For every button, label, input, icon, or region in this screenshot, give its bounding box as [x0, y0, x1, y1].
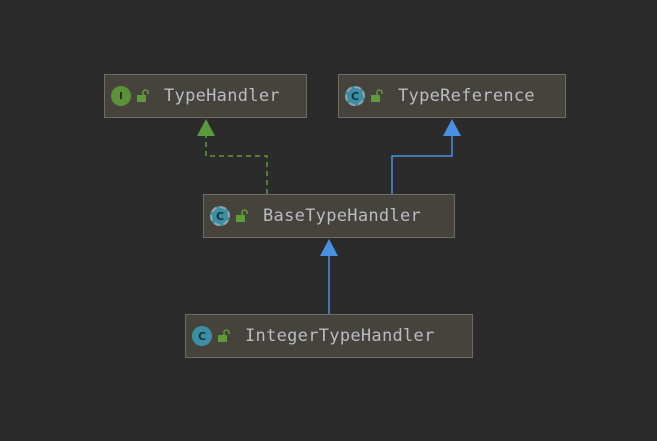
- node-basetypehandler[interactable]: C BaseTypeHandler: [203, 194, 455, 238]
- arrowhead-extends-typereference: [443, 119, 461, 136]
- abstract-class-icon: C: [210, 206, 230, 226]
- uml-diagram-canvas: I TypeHandler C TypeReference C BaseType…: [0, 0, 657, 441]
- node-integertypehandler[interactable]: C IntegerTypeHandler: [185, 314, 473, 358]
- node-label: TypeHandler: [164, 86, 280, 106]
- node-label: TypeReference: [398, 86, 535, 106]
- arrowhead-implements-typehandler: [197, 119, 215, 136]
- public-lock-icon: [236, 209, 248, 222]
- public-lock-icon: [218, 329, 230, 342]
- edge-extends-typereference: [391, 136, 453, 194]
- arrowhead-extends-basetypehandler: [320, 239, 338, 256]
- node-label: IntegerTypeHandler: [245, 326, 435, 346]
- node-typehandler[interactable]: I TypeHandler: [104, 74, 307, 118]
- interface-icon: I: [111, 86, 131, 106]
- node-typereference[interactable]: C TypeReference: [338, 74, 566, 118]
- public-lock-icon: [137, 89, 149, 102]
- public-lock-icon: [371, 89, 383, 102]
- edge-implements-typehandler: [205, 136, 268, 194]
- class-icon: C: [192, 326, 212, 346]
- node-label: BaseTypeHandler: [263, 206, 422, 226]
- abstract-class-icon: C: [345, 86, 365, 106]
